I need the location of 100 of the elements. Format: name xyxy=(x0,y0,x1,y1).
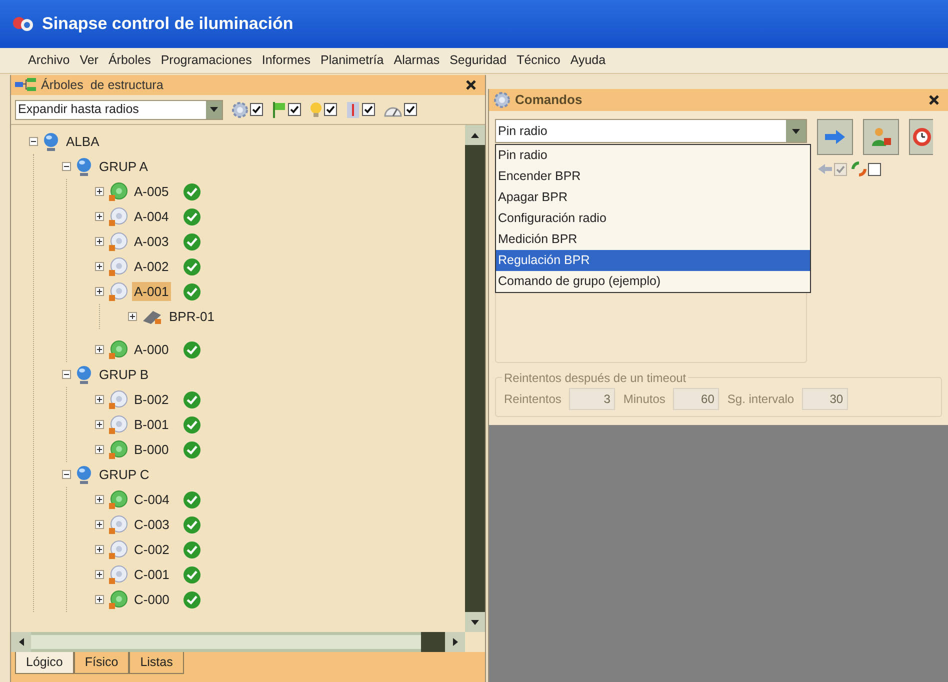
scroll-down-icon[interactable] xyxy=(471,620,479,624)
expand-icon[interactable] xyxy=(95,262,104,271)
expand-icon[interactable] xyxy=(95,545,104,554)
scroll-up-icon[interactable] xyxy=(471,132,479,138)
device-icon xyxy=(141,308,163,324)
tree-item[interactable]: C-002 xyxy=(132,540,172,560)
menu-item[interactable]: Ver xyxy=(80,51,98,70)
tree-item[interactable]: GRUP A xyxy=(97,156,150,176)
globe-icon xyxy=(75,364,93,384)
menu-item[interactable]: Alarmas xyxy=(394,51,440,70)
expand-icon[interactable] xyxy=(95,287,104,296)
flag-icon xyxy=(271,100,287,118)
tree-item[interactable]: A-002 xyxy=(132,256,171,276)
tree-item[interactable]: A-003 xyxy=(132,232,171,252)
tree-item[interactable]: GRUP B xyxy=(97,364,151,384)
tree-item[interactable]: ALBA xyxy=(64,132,102,152)
scrollbar-thumb[interactable] xyxy=(421,632,445,652)
clock-button[interactable] xyxy=(909,119,933,155)
checkbox[interactable] xyxy=(404,103,417,116)
panel-title: Comandos xyxy=(515,91,584,110)
collapse-icon[interactable] xyxy=(29,137,38,146)
panel-title: Árboles de estructura xyxy=(41,76,164,94)
tree-item[interactable]: A-005 xyxy=(132,182,171,202)
input-field[interactable]: 30 xyxy=(802,388,848,410)
dropdown-option[interactable]: Comando de grupo (ejemplo) xyxy=(496,271,810,292)
window-title: Sinapse control de iluminación xyxy=(42,13,294,36)
expand-icon[interactable] xyxy=(95,520,104,529)
command-dropdown[interactable]: Pin radio xyxy=(495,119,807,143)
field-label: Sg. intervalo xyxy=(727,391,794,408)
checkbox[interactable] xyxy=(868,162,881,176)
menu-item[interactable]: Árboles xyxy=(108,51,151,70)
dropdown-option[interactable]: Medición BPR xyxy=(496,229,810,250)
input-field[interactable]: 3 xyxy=(569,388,616,410)
thermometer-icon xyxy=(345,100,361,118)
gear-icon xyxy=(231,100,249,118)
expand-icon[interactable] xyxy=(95,187,104,196)
checkbox[interactable] xyxy=(362,103,375,116)
checkbox[interactable] xyxy=(324,103,337,116)
person-icon xyxy=(870,126,892,148)
expand-icon[interactable] xyxy=(95,345,104,354)
menu-item[interactable]: Informes xyxy=(262,51,310,70)
tab[interactable]: Físico xyxy=(74,652,130,674)
tree-item[interactable]: C-003 xyxy=(132,514,172,534)
dropdown-option[interactable]: Apagar BPR xyxy=(496,187,810,208)
scrollbar-track[interactable] xyxy=(31,635,421,649)
tab[interactable]: Lógico xyxy=(15,652,74,674)
refresh-icon xyxy=(851,161,867,177)
tab[interactable]: Listas xyxy=(129,652,184,674)
send-button[interactable] xyxy=(817,119,853,155)
user-button[interactable] xyxy=(863,119,899,155)
tree-item[interactable]: A-001 xyxy=(132,282,171,302)
dropdown-option[interactable]: Regulación BPR xyxy=(496,250,810,271)
clock-icon xyxy=(912,127,932,147)
expand-icon[interactable] xyxy=(95,237,104,246)
horizontal-scrollbar[interactable] xyxy=(11,632,465,652)
arrow-left-icon xyxy=(817,163,833,175)
gear-icon xyxy=(493,91,511,109)
expand-icon[interactable] xyxy=(95,595,104,604)
close-icon[interactable] xyxy=(928,94,940,106)
globe-icon xyxy=(42,132,60,152)
menu-item[interactable]: Seguridad xyxy=(450,51,507,70)
close-icon[interactable] xyxy=(465,79,477,91)
dropdown-option[interactable]: Encender BPR xyxy=(496,166,810,187)
scroll-left-icon[interactable] xyxy=(18,638,24,646)
tree-item[interactable]: GRUP C xyxy=(97,464,152,484)
vertical-scrollbar[interactable] xyxy=(465,125,485,632)
tree-item[interactable]: C-001 xyxy=(132,564,172,584)
expand-icon[interactable] xyxy=(95,420,104,429)
expand-icon[interactable] xyxy=(95,212,104,221)
menu-item[interactable]: Planimetría xyxy=(320,51,384,70)
tree-item[interactable]: B-000 xyxy=(132,440,171,460)
expand-icon[interactable] xyxy=(95,570,104,579)
dropdown-option[interactable]: Pin radio xyxy=(496,145,810,166)
bulb-icon xyxy=(309,100,323,118)
collapse-icon[interactable] xyxy=(62,470,71,479)
expand-icon[interactable] xyxy=(95,445,104,454)
tree-item[interactable]: C-004 xyxy=(132,490,172,510)
collapse-icon[interactable] xyxy=(62,162,71,171)
tree-structure-icon xyxy=(15,78,37,92)
menu-item[interactable]: Archivo xyxy=(28,51,70,70)
expand-icon[interactable] xyxy=(95,495,104,504)
checkbox[interactable] xyxy=(834,162,847,176)
collapse-icon[interactable] xyxy=(62,370,71,379)
tree-item[interactable]: BPR-01 xyxy=(167,306,217,326)
menu-item[interactable]: Ayuda xyxy=(570,51,606,70)
checkbox[interactable] xyxy=(288,103,301,116)
checkbox[interactable] xyxy=(250,103,263,116)
tree-item[interactable]: B-002 xyxy=(132,390,171,410)
dropdown-option[interactable]: Configuración radio xyxy=(496,208,810,229)
menu-item[interactable]: Programaciones xyxy=(160,51,252,70)
expand-icon[interactable] xyxy=(95,395,104,404)
scroll-right-icon[interactable] xyxy=(452,638,458,646)
tree-item[interactable]: A-004 xyxy=(132,206,171,226)
tree-item[interactable]: B-001 xyxy=(132,414,171,434)
expand-icon[interactable] xyxy=(128,312,137,321)
tree-item[interactable]: A-000 xyxy=(132,340,171,360)
expand-dropdown[interactable]: Expandir hasta radios xyxy=(15,100,223,120)
input-field[interactable]: 60 xyxy=(673,388,720,410)
menu-item[interactable]: Técnico xyxy=(516,51,560,70)
tree-item[interactable]: C-000 xyxy=(132,590,172,610)
